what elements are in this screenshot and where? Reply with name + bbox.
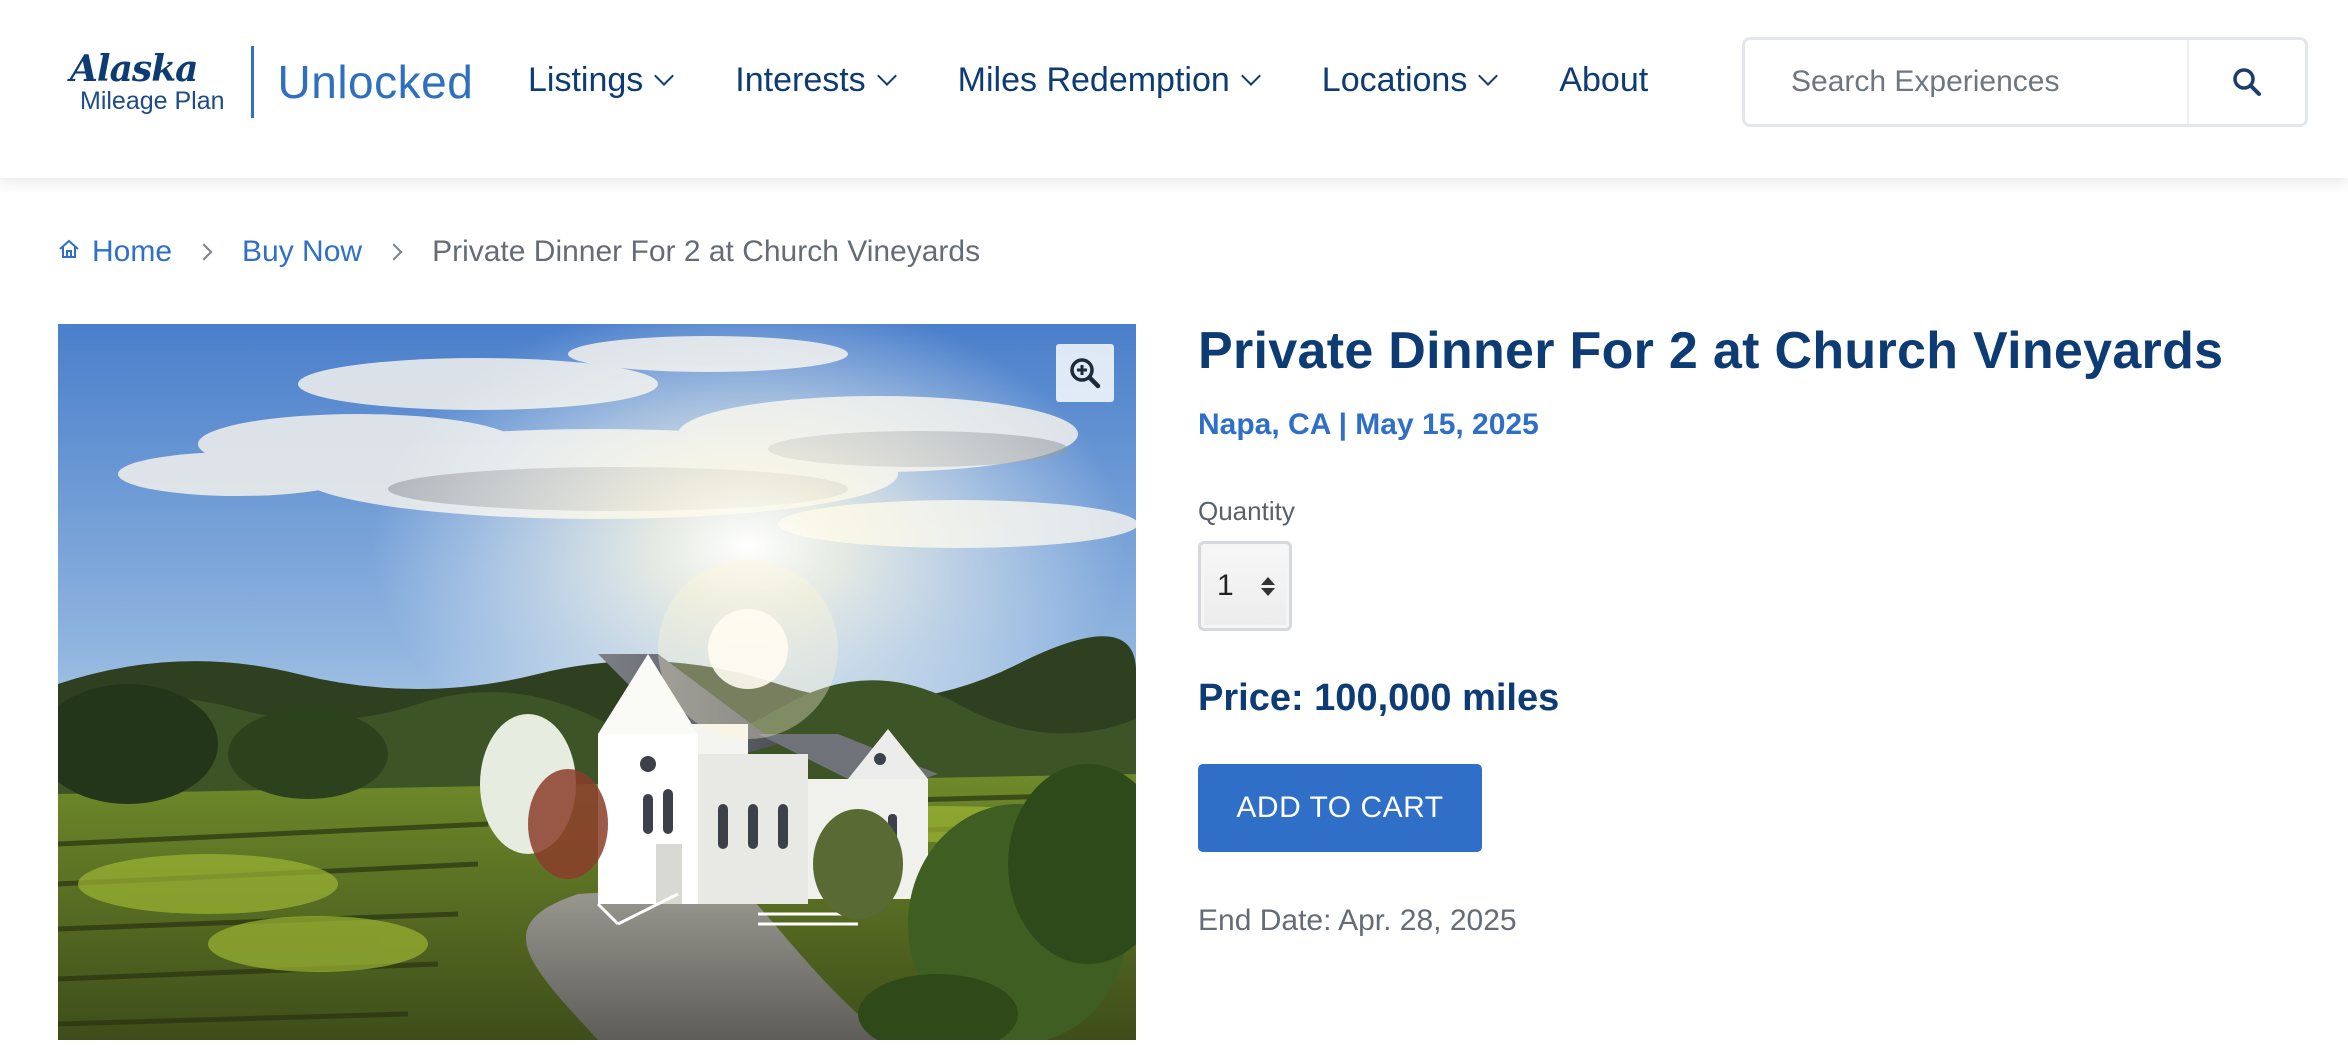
search-input[interactable] [1745,40,2187,124]
church-vineyard-photo [58,324,1136,1040]
logo-alaska-wordmark: Alaska [70,47,198,90]
nav-listings-label: Listings [528,60,644,99]
logo-divider [250,46,254,118]
breadcrumb: Home Buy Now Private Dinner For 2 at Chu… [58,232,980,272]
product-image[interactable] [58,324,1136,1040]
site-header: Alaska Mileage Plan Unlocked Listings In… [0,0,2348,178]
nav-locations-label: Locations [1321,60,1468,99]
product-info: Private Dinner For 2 at Church Vineyards… [1198,314,2298,938]
quantity-stepper[interactable]: 1 [1198,541,1292,631]
quantity-value: 1 [1217,569,1234,602]
arrow-up-icon[interactable] [1261,576,1275,585]
nav-interests-label: Interests [735,60,866,99]
stepper-arrows-icon[interactable] [1261,576,1275,596]
nav-locations[interactable]: Locations [1321,60,1499,100]
alaska-unlocked-logo[interactable]: Alaska Mileage Plan Unlocked [64,46,473,118]
logo-mileage-plan-text: Mileage Plan [80,86,225,115]
nav-interests[interactable]: Interests [735,60,897,100]
arrow-down-icon[interactable] [1261,587,1275,596]
main-nav: Listings Interests Miles Redemption Loca… [528,52,1648,108]
breadcrumb-home-label: Home [92,235,173,268]
chevron-down-icon [876,66,897,86]
breadcrumb-chevron-icon [385,243,403,261]
add-to-cart-button[interactable]: ADD TO CART [1198,764,1482,852]
nav-miles-redemption[interactable]: Miles Redemption [957,60,1261,100]
chevron-down-icon [1478,66,1499,86]
breadcrumb-current: Private Dinner For 2 at Church Vineyards [432,235,981,268]
nav-about[interactable]: About [1559,61,1648,100]
alaska-mileage-plan-logo: Alaska Mileage Plan [64,51,225,114]
nav-listings[interactable]: Listings [528,60,675,100]
product-price: Price: 100,000 miles [1198,677,1560,719]
breadcrumb-home[interactable]: Home [58,235,172,269]
zoom-button[interactable] [1056,344,1114,402]
nav-about-label: About [1559,60,1649,99]
breadcrumb-chevron-icon [195,243,213,261]
product-location-date: Napa, CA | May 15, 2025 [1198,408,1539,441]
zoom-in-icon [1070,358,1101,389]
end-date: End Date: Apr. 28, 2025 [1198,904,1517,937]
chevron-down-icon [1240,66,1261,86]
product-title: Private Dinner For 2 at Church Vineyards [1198,322,2224,380]
search-button[interactable] [2187,40,2305,124]
logo-unlocked-text: Unlocked [277,56,474,108]
quantity-label: Quantity [1198,496,1295,526]
breadcrumb-buy-now[interactable]: Buy Now [242,235,362,269]
home-icon [59,239,79,258]
search-box [1742,37,2308,127]
search-icon [2233,68,2261,96]
chevron-down-icon [654,66,675,86]
nav-miles-redemption-label: Miles Redemption [957,60,1230,99]
